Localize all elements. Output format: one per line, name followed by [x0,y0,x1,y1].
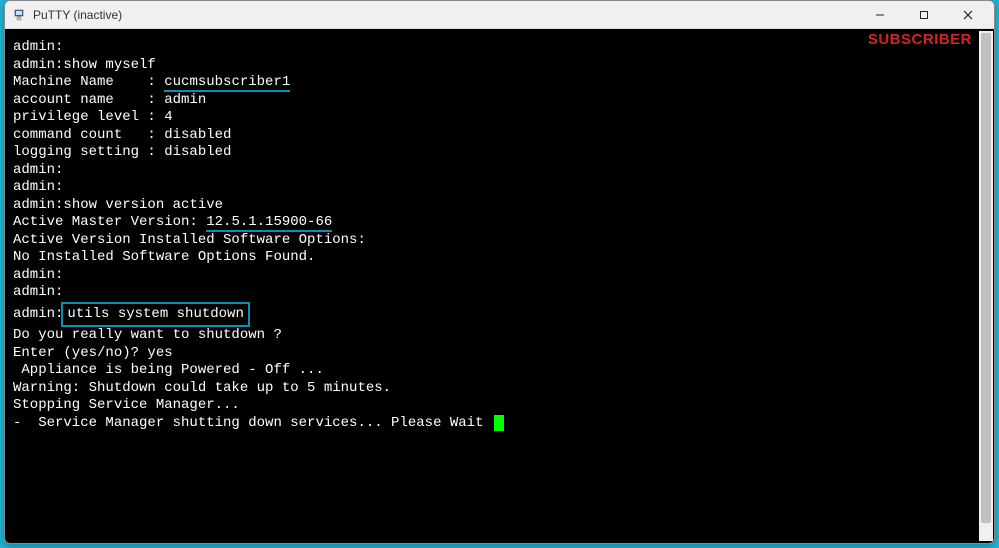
account-name-line: account name : admin [13,92,986,110]
putty-icon [11,7,27,23]
highlighted-command: utils system shutdown [61,302,249,328]
command-count-line: command count : disabled [13,127,986,145]
active-version-line: Active Master Version: 12.5.1.15900-66 [13,214,986,232]
scrollbar-thumb[interactable] [981,33,991,523]
cmd-show-version: admin:show version active [13,197,986,215]
prompt-line: admin: [13,162,986,180]
maximize-button[interactable] [902,3,946,27]
minimize-icon [875,10,885,20]
confirm-question: Do you really want to shutdown ? [13,327,986,345]
poweroff-line: Appliance is being Powered - Off ... [13,362,986,380]
warning-line: Warning: Shutdown could take up to 5 min… [13,380,986,398]
prompt-line: admin: [13,39,986,57]
prompt-line: admin: [13,284,986,302]
minimize-button[interactable] [858,3,902,27]
privilege-level-line: privilege level : 4 [13,109,986,127]
subscriber-label: SUBSCRIBER [868,31,972,49]
prompt-line: admin: [13,179,986,197]
vertical-scrollbar[interactable] [979,31,993,541]
close-icon [963,10,973,20]
cmd-shutdown: admin:utils system shutdown [13,302,986,328]
close-button[interactable] [946,3,990,27]
wait-line: - Service Manager shutting down services… [13,415,986,433]
putty-window: PuTTY (inactive) SUBSCRIBER a [4,0,995,544]
installed-options-header: Active Version Installed Software Option… [13,232,986,250]
stopping-line: Stopping Service Manager... [13,397,986,415]
window-title: PuTTY (inactive) [33,8,122,22]
cmd-show-myself: admin:show myself [13,57,986,75]
window-controls [858,3,990,27]
titlebar[interactable]: PuTTY (inactive) [5,1,994,29]
terminal-cursor [494,415,504,431]
terminal-area[interactable]: SUBSCRIBER admin: admin:show myself Mach… [5,29,994,543]
logging-setting-line: logging setting : disabled [13,144,986,162]
installed-options-none: No Installed Software Options Found. [13,249,986,267]
maximize-icon [919,10,929,20]
confirm-answer: Enter (yes/no)? yes [13,345,986,363]
prompt-line: admin: [13,267,986,285]
machine-name-value: cucmsubscriber1 [164,74,290,92]
machine-name-line: Machine Name : cucmsubscriber1 [13,74,986,92]
version-value: 12.5.1.15900-66 [206,214,332,232]
